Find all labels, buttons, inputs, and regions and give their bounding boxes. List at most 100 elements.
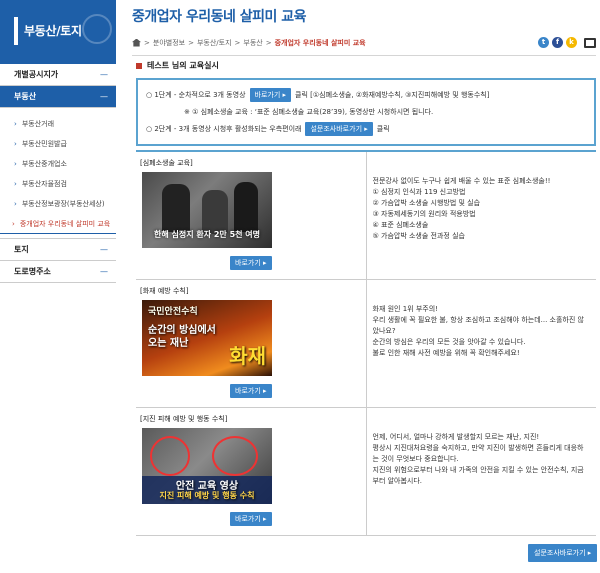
home-icon[interactable] <box>132 38 141 47</box>
figure-shape <box>162 184 190 232</box>
print-icon[interactable] <box>584 37 596 48</box>
course-label: [심폐소생술 교육] <box>140 159 193 167</box>
collapse-icon: — <box>100 267 108 276</box>
collapse-icon: — <box>100 245 108 254</box>
course-go-button[interactable]: 바로가기 ▸ <box>230 383 272 398</box>
course-thumbnail[interactable]: 국민안전수칙 순간의 방심에서 오는 재난 화재 <box>142 299 272 376</box>
course-label: [지진 피해 예방 및 행동 수칙] <box>140 414 228 423</box>
sidebar-item-land[interactable]: 토지 — <box>0 239 116 261</box>
course-go-button[interactable]: 바로가기 ▸ <box>230 256 272 270</box>
breadcrumb: > 분야별정보 > 부동산/토지 > 부동산 > 중개업자 우리동네 살피미 교… <box>132 38 538 48</box>
description-line: ① 심정지 인식과 119 신고방법 <box>372 188 466 196</box>
breadcrumb-item[interactable]: 부동산/토지 <box>197 38 232 48</box>
facebook-icon[interactable]: f <box>552 37 563 48</box>
breadcrumb-sep: > <box>188 38 194 47</box>
sidebar-item-label: 개별공시지가 <box>14 70 59 79</box>
kakao-icon[interactable]: k <box>566 37 577 48</box>
description-line: 지진의 위험으로부터 나와 내 가족의 안전을 지킬 수 있는 안전수칙, 지금 <box>372 465 584 474</box>
instruction-box: ○ 1단계 - 순차적으로 3개 동영상 바로가기 ▸ 클릭 [①심폐소생술, … <box>136 78 596 146</box>
submenu-item-civil-issuance[interactable]: 부동산민원발급 <box>0 134 116 154</box>
table-row: [지진 피해 예방 및 행동 수칙] 안전 교육 영상 지진 피해 예방 및 행… <box>136 407 596 536</box>
figure-shape <box>202 190 228 234</box>
breadcrumb-sep: > <box>265 38 272 47</box>
sidebar-item-land-price[interactable]: 개별공시지가 — <box>0 64 116 86</box>
button-label: 바로가기 <box>235 386 261 395</box>
description-line: 화재 원인 1위 부주의! <box>372 304 438 313</box>
submenu-item-education[interactable]: 중개업자 우리동네 살피미 교육 <box>0 214 116 234</box>
share-bar: t f k <box>538 37 596 48</box>
step-2: ○ 2단계 - 3개 동영상 시청후 활성화되는 우측편이래 설문조사바로가기 … <box>146 120 594 137</box>
description-line: ② 가슴압박 소생술 시행방법 및 실습 <box>372 199 481 207</box>
thumbnail-top-text: 국민안전수칙 <box>148 306 198 317</box>
submenu-item-info-plaza[interactable]: 부동산정보광장(부동산세상) <box>0 194 116 214</box>
button-label: 설문조사바로가기 <box>310 124 363 133</box>
breadcrumb-item[interactable]: 분야별정보 <box>153 38 185 48</box>
description-line: 우리 생활에 꼭 필요한 불, 항상 조심하고 조심해야 하는데... 소홀하진… <box>372 315 584 324</box>
collapse-icon: — <box>100 70 108 79</box>
button-label: 바로가기 <box>235 259 261 267</box>
section-heading: 테스트 님의 교육실시 <box>136 60 219 71</box>
submenu-item-self-check[interactable]: 부동산자율점검 <box>0 174 116 194</box>
thumbnail-big-text: 화재 <box>229 343 266 368</box>
step-1-suffix: 클릭 [①심폐소생술, ②화재예방수칙, ③지진피해예방 및 행동수칙] <box>295 90 490 99</box>
circle-highlight-icon <box>150 435 190 476</box>
sidebar-item-label: 부동산 <box>14 92 37 101</box>
step-1-note: ※ ① 심폐소생술 교육 : ‘표준 심폐소생술 교육(28’39), 동영상만… <box>146 103 594 120</box>
sidebar: 부동산/토지 개별공시지가 — 부동산 — 부동산거래 부동산민원발급 부동산중… <box>0 0 116 573</box>
step-2-text: ○ 2단계 - 3개 동영상 시청후 활성화되는 우측편이래 <box>146 124 302 133</box>
description-line: 평상시 지진대처요령을 숙지하고, 만약 지진이 발생하면 흔들리게 대응하 <box>372 443 584 452</box>
step-1-text: ○ 1단계 - 순차적으로 3개 동영상 <box>146 90 246 99</box>
thumbnail-mid-text: 순간의 방심에서 오는 재난 <box>148 324 216 349</box>
description-line: 는 것이 무엇보다 중요합니다. <box>372 454 459 463</box>
description-line: 순간의 방심은 우리의 모든 것을 앗아갈 수 있습니다. <box>372 337 526 346</box>
course-description: 전문강사 없이도 누구나 쉽게 배울 수 있는 표준 심폐소생술!! ① 심정지… <box>366 151 596 280</box>
description-line: ③ 자동제세동기의 원리와 적용방법 <box>372 210 476 218</box>
step-1-note-text: ※ ① 심폐소생술 교육 : ‘표준 심폐소생술 교육(28’39), 동영상만… <box>184 107 434 116</box>
sidebar-item-real-estate[interactable]: 부동산 — <box>0 86 116 108</box>
table-row: [심폐소생술 교육] 한해 심정지 환자 2만 5천 여명 바로가기 ▸ 전문강… <box>136 151 596 280</box>
breadcrumb-current: 중개업자 우리동네 살피미 교육 <box>274 38 366 47</box>
thumbnail-big-text: 지진 피해 예방 및 행동 수칙 <box>159 490 255 500</box>
breadcrumb-sep: > <box>144 38 150 47</box>
course-cell: [화재 예방 수칙] 국민안전수칙 순간의 방심에서 오는 재난 화재 바로가기… <box>136 279 367 408</box>
description-line: 언제, 어디서, 얼마나 강하게 발생할지 모르는 재난, 지진! <box>372 432 540 441</box>
description-line: ⑤ 가슴압박 소생술 전과정 실습 <box>372 232 465 240</box>
step-1: ○ 1단계 - 순차적으로 3개 동영상 바로가기 ▸ 클릭 [①심폐소생술, … <box>146 86 594 103</box>
sidebar-submenu: 부동산거래 부동산민원발급 부동산중개업소 부동산자율점검 부동산정보광장(부동… <box>0 108 116 239</box>
sidebar-item-label: 도로명주소 <box>14 267 51 276</box>
breadcrumb-item[interactable]: 부동산 <box>243 38 262 48</box>
submenu-item-agencies[interactable]: 부동산중개업소 <box>0 154 116 174</box>
figure-shape <box>234 182 258 232</box>
description-line: 전문강사 없이도 누구나 쉽게 배울 수 있는 표준 심폐소생술!! <box>372 177 551 185</box>
course-thumbnail[interactable]: 안전 교육 영상 지진 피해 예방 및 행동 수칙 <box>142 427 272 504</box>
sidebar-item-road-address[interactable]: 도로명주소 — <box>0 261 116 283</box>
survey-button[interactable]: 설문조사바로가기 ▸ <box>528 544 598 562</box>
page-title: 중개업자 우리동네 살피미 교육 <box>132 9 307 25</box>
course-cell: [지진 피해 예방 및 행동 수칙] 안전 교육 영상 지진 피해 예방 및 행… <box>136 407 367 536</box>
twitter-icon[interactable]: t <box>538 37 549 48</box>
square-bullet-icon <box>136 62 142 69</box>
main-content: 중개업자 우리동네 살피미 교육 > 분야별정보 > 부동산/토지 > 부동산 … <box>132 0 600 573</box>
breadcrumb-sep: > <box>234 38 241 47</box>
breadcrumb-bar: > 분야별정보 > 부동산/토지 > 부동산 > 중개업자 우리동네 살피미 교… <box>132 30 596 56</box>
description-line: 불로 인한 재해 사전 예방을 위해 꼭 확인해주세요! <box>372 348 520 357</box>
course-label: [화재 예방 수칙] <box>140 286 189 295</box>
course-thumbnail[interactable]: 한해 심정지 환자 2만 5천 여명 <box>142 172 272 248</box>
course-description: 화재 원인 1위 부주의! 우리 생활에 꼭 필요한 불, 항상 조심하고 조심… <box>366 279 596 408</box>
table-row: [화재 예방 수칙] 국민안전수칙 순간의 방심에서 오는 재난 화재 바로가기… <box>136 279 596 408</box>
step-2-suffix: 클릭 <box>376 124 390 133</box>
sidebar-item-label: 토지 <box>14 245 29 254</box>
description-line: 았나요? <box>372 326 396 335</box>
sidebar-title: 부동산/토지 <box>24 24 82 38</box>
description-line: ④ 표준 심폐소생술 <box>372 221 429 229</box>
button-label: 바로가기 <box>254 90 281 99</box>
course-table: [심폐소생술 교육] 한해 심정지 환자 2만 5천 여명 바로가기 ▸ 전문강… <box>136 150 596 536</box>
button-label: 설문조사바로가기 <box>534 549 586 557</box>
circle-highlight-icon <box>212 435 258 476</box>
step-1-shortcut-button[interactable]: 바로가기 ▸ <box>249 87 292 102</box>
submenu-item-transaction[interactable]: 부동산거래 <box>0 114 116 134</box>
sidebar-header: 부동산/토지 <box>0 0 116 64</box>
step-2-survey-button[interactable]: 설문조사바로가기 ▸ <box>305 121 373 136</box>
section-heading-text: 테스트 님의 교육실시 <box>147 61 219 70</box>
course-go-button[interactable]: 바로가기 ▸ <box>230 511 272 526</box>
